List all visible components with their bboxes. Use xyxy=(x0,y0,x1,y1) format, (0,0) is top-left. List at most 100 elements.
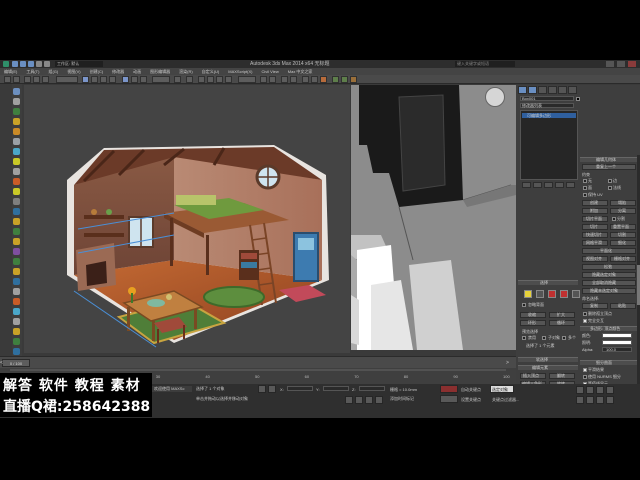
align-icon[interactable] xyxy=(269,76,276,83)
geosphere-icon[interactable] xyxy=(13,278,20,285)
configure-sets-icon[interactable] xyxy=(566,182,575,188)
constraint-none-radio[interactable] xyxy=(583,179,587,183)
zoom-all-icon[interactable] xyxy=(586,386,594,394)
ignore-backfacing-checkbox[interactable] xyxy=(522,303,526,307)
layer-manager-icon[interactable] xyxy=(281,76,288,83)
polygon-mode-icon[interactable] xyxy=(560,290,568,298)
menu-civil-view[interactable]: Civil View xyxy=(262,69,279,74)
redo-icon[interactable] xyxy=(44,61,50,67)
select-manipulate-icon[interactable] xyxy=(186,76,193,83)
constraint-face-radio[interactable] xyxy=(583,186,587,190)
snaps-toggle-icon[interactable] xyxy=(198,76,205,83)
modifier-stack[interactable]: 可编辑多边形 xyxy=(520,110,578,180)
selection-filter-dropdown[interactable] xyxy=(56,76,78,83)
render-setup-icon[interactable] xyxy=(332,76,339,83)
app-logo-icon[interactable] xyxy=(3,61,9,67)
hierarchy-icon[interactable] xyxy=(13,168,20,175)
undo-icon[interactable] xyxy=(36,61,42,67)
select-rotate-icon[interactable] xyxy=(131,76,138,83)
graphite-ribbon-icon[interactable] xyxy=(290,76,297,83)
rollout-selection-header[interactable] xyxy=(518,280,578,285)
plane-icon[interactable] xyxy=(13,258,20,265)
vertex-mode-icon[interactable] xyxy=(524,290,532,298)
open-file-icon[interactable] xyxy=(20,61,26,67)
border-mode-icon[interactable] xyxy=(548,290,556,298)
zoom-extents-icon[interactable] xyxy=(596,386,604,394)
object-color-swatch[interactable] xyxy=(576,97,580,101)
preview-subobject-radio[interactable] xyxy=(542,336,546,340)
next-frame-icon[interactable] xyxy=(375,396,383,404)
menu-customize[interactable]: 自定义(U) xyxy=(202,69,220,75)
named-selection-sets[interactable] xyxy=(238,76,256,83)
menu-edit[interactable]: 编辑(E) xyxy=(4,69,17,75)
lock-selection-icon[interactable] xyxy=(258,385,266,393)
delete-isolated-checkbox[interactable] xyxy=(583,312,587,316)
illumination-swatch[interactable] xyxy=(602,340,632,345)
pin-stack-icon[interactable] xyxy=(522,182,531,188)
element-mode-icon[interactable] xyxy=(572,290,580,298)
color-swatch[interactable] xyxy=(602,333,632,338)
maximize-viewport-icon[interactable] xyxy=(606,396,614,404)
preview-multi-radio[interactable] xyxy=(562,336,566,340)
hedra-icon[interactable] xyxy=(13,318,20,325)
key-filters-label[interactable]: 关键点过滤器... xyxy=(492,397,519,403)
time-next-icon[interactable]: > xyxy=(506,360,514,366)
maximize-button[interactable] xyxy=(617,61,625,67)
select-move-icon[interactable] xyxy=(122,76,129,83)
shape-icon[interactable] xyxy=(13,108,20,115)
torus-icon[interactable] xyxy=(13,238,20,245)
display-icon[interactable] xyxy=(13,98,20,105)
link-icon[interactable] xyxy=(24,76,31,83)
prev-frame-icon[interactable] xyxy=(355,396,363,404)
goto-start-icon[interactable] xyxy=(345,396,353,404)
rendered-frame-window-icon[interactable] xyxy=(341,76,348,83)
full-interactivity-checkbox[interactable] xyxy=(583,319,587,323)
hierarchy-tab-icon[interactable] xyxy=(538,86,547,94)
box-icon[interactable] xyxy=(13,298,20,305)
pyramid-icon[interactable] xyxy=(13,268,20,275)
viewcube-icon[interactable] xyxy=(485,87,505,107)
rollout-soft-selection[interactable] xyxy=(518,357,578,362)
field-of-view-icon[interactable] xyxy=(576,396,584,404)
menu-tools[interactable]: 工具(T) xyxy=(26,69,39,75)
helper-icon[interactable] xyxy=(13,138,20,145)
angle-snap-icon[interactable] xyxy=(207,76,214,83)
menu-maxscript[interactable]: MAXScript(X) xyxy=(228,69,252,74)
set-key-button[interactable] xyxy=(440,395,458,403)
viewport-top[interactable] xyxy=(351,85,516,350)
menu-rendering[interactable]: 渲染(R) xyxy=(179,69,193,75)
camera-icon[interactable] xyxy=(13,128,20,135)
orbit-icon[interactable] xyxy=(596,396,604,404)
cylinder-icon[interactable] xyxy=(13,228,20,235)
select-scale-icon[interactable] xyxy=(140,76,147,83)
chamfer-box-icon[interactable] xyxy=(13,328,20,335)
remove-modifier-icon[interactable] xyxy=(555,182,564,188)
select-object-icon[interactable] xyxy=(82,76,89,83)
curve-editor-icon[interactable] xyxy=(302,76,309,83)
smooth-result-checkbox[interactable] xyxy=(583,368,587,372)
menu-graph-editors[interactable]: 图形编辑器 xyxy=(150,69,170,75)
sphere-icon[interactable] xyxy=(13,208,20,215)
constraint-edge-radio[interactable] xyxy=(608,179,612,183)
add-time-tag[interactable]: 添加时间标记 xyxy=(390,396,414,402)
rectangle-selection-icon[interactable] xyxy=(100,76,107,83)
pivot-center-icon[interactable] xyxy=(174,76,181,83)
auto-key-button[interactable] xyxy=(440,385,458,393)
workspace-dropdown[interactable]: 工作区: 默认 xyxy=(55,61,103,67)
material-editor-icon[interactable] xyxy=(320,76,327,83)
mirror-icon[interactable] xyxy=(260,76,267,83)
new-file-icon[interactable] xyxy=(12,61,18,67)
menu-modifiers[interactable]: 修改器 xyxy=(112,69,124,75)
create-tab-icon[interactable] xyxy=(518,86,527,94)
reference-coord-dropdown[interactable] xyxy=(152,76,170,83)
window-crossing-icon[interactable] xyxy=(109,76,116,83)
select-by-name-icon[interactable] xyxy=(91,76,98,83)
menu-group[interactable]: 组(G) xyxy=(48,69,58,75)
y-coord-field[interactable] xyxy=(323,386,349,391)
absolute-mode-icon[interactable] xyxy=(268,385,276,393)
zoom-extents-all-icon[interactable] xyxy=(606,386,614,394)
utilities-tab-icon[interactable] xyxy=(568,86,577,94)
play-icon[interactable] xyxy=(365,396,373,404)
rollout-edit-elements[interactable] xyxy=(518,365,578,370)
menu-create[interactable]: 创建(C) xyxy=(90,69,104,75)
